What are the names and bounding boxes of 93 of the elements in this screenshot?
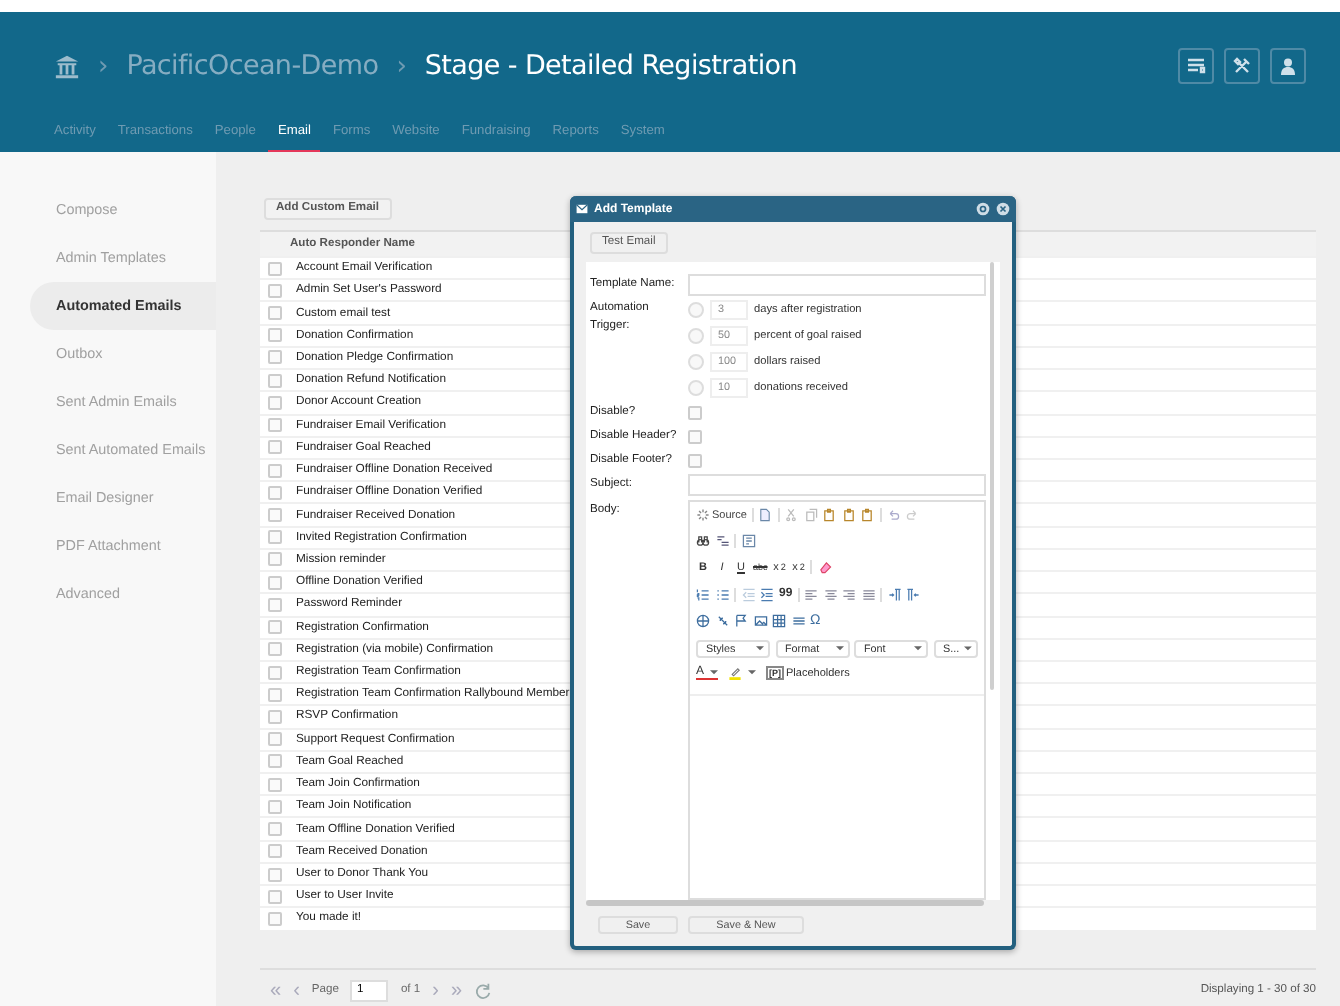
radio-button[interactable] (688, 354, 704, 370)
bank-icon[interactable] (54, 53, 80, 79)
row-checkbox[interactable] (268, 799, 282, 814)
row-checkbox[interactable] (268, 350, 282, 365)
template-name-field[interactable] (688, 274, 985, 296)
row-checkbox[interactable] (268, 328, 282, 343)
gear-icon (696, 508, 710, 523)
envelope-icon (576, 204, 588, 214)
settings-icon[interactable] (976, 202, 990, 216)
clipboard-icon[interactable] (860, 508, 875, 523)
row-checkbox[interactable] (268, 395, 282, 410)
row-checkbox[interactable] (268, 597, 282, 612)
row-checkbox[interactable] (268, 777, 282, 792)
previous-page-button[interactable]: ‹ (293, 979, 300, 1002)
caret-icon (710, 669, 719, 676)
row-checkbox[interactable] (268, 575, 282, 590)
row-checkbox[interactable] (268, 485, 282, 500)
checkbox[interactable] (688, 453, 702, 467)
checkbox[interactable] (688, 405, 702, 419)
row-checkbox[interactable] (268, 889, 282, 904)
breadcrumb-separator: › (396, 51, 407, 81)
caret-icon (747, 670, 756, 677)
scissors-icon[interactable] (784, 508, 799, 523)
row-checkbox[interactable] (268, 844, 282, 859)
align-center-icon[interactable] (823, 587, 838, 602)
refresh-icon[interactable] (474, 981, 493, 1000)
highlight-color-button[interactable] (727, 666, 756, 681)
row-checkbox[interactable] (268, 552, 282, 567)
unlink-icon[interactable] (715, 613, 729, 628)
breadcrumb-item[interactable]: PacificOcean-Demo (126, 50, 379, 82)
row-checkbox[interactable] (268, 306, 282, 321)
row-checkbox[interactable] (268, 754, 282, 769)
checkbox[interactable] (688, 429, 702, 443)
row-checkbox[interactable] (268, 620, 282, 635)
scrollbar[interactable] (989, 262, 994, 690)
subject-field[interactable] (688, 474, 985, 496)
close-icon[interactable] (996, 202, 1010, 216)
lines-icon[interactable] (791, 613, 805, 628)
replace-icon[interactable] (715, 534, 729, 549)
row-checkbox[interactable] (268, 440, 282, 455)
clipboard-icon[interactable] (841, 508, 856, 523)
eraser-icon[interactable] (817, 560, 832, 575)
row-checkbox[interactable] (268, 867, 282, 882)
row-checkbox[interactable] (268, 283, 282, 298)
row-checkbox[interactable] (268, 665, 282, 680)
row-checkbox[interactable] (268, 261, 282, 276)
row-checkbox[interactable] (268, 732, 282, 747)
row-checkbox[interactable] (268, 822, 282, 837)
globe-icon[interactable] (696, 613, 710, 628)
caret-icon (756, 646, 764, 653)
row-checkbox[interactable] (268, 418, 282, 433)
breadcrumb-separator: › (98, 51, 109, 81)
row-checkbox[interactable] (268, 709, 282, 724)
radio-button[interactable] (688, 302, 704, 318)
tools-icon[interactable] (1224, 48, 1260, 84)
list-icon[interactable] (1178, 48, 1214, 84)
row-checkbox[interactable] (268, 642, 282, 657)
row-checkbox[interactable] (268, 530, 282, 545)
align-right-icon[interactable] (842, 587, 857, 602)
breadcrumb-item: Stage - Detailed Registration (424, 50, 797, 82)
next-page-button[interactable]: › (432, 979, 439, 1002)
clipboard-icon[interactable] (822, 508, 837, 523)
align-justify-icon[interactable] (861, 587, 876, 602)
row-checkbox[interactable] (268, 911, 282, 926)
bullet-list-icon[interactable] (715, 587, 729, 602)
caret-icon (914, 646, 922, 653)
radio-button[interactable] (688, 328, 704, 344)
copy-icon[interactable] (803, 508, 818, 523)
caret-icon (963, 646, 971, 653)
redo-icon[interactable] (905, 508, 920, 523)
right-to-left-icon[interactable] (906, 587, 921, 602)
binoculars-icon[interactable] (696, 534, 710, 549)
row-checkbox[interactable] (268, 508, 282, 523)
page-icon[interactable] (758, 508, 773, 523)
scrollbar[interactable] (586, 900, 984, 906)
table-icon[interactable] (772, 613, 786, 628)
numbered-list-icon[interactable] (696, 587, 710, 602)
marker-icon (727, 666, 742, 681)
align-left-icon[interactable] (804, 587, 819, 602)
image-icon[interactable] (753, 613, 767, 628)
user-icon[interactable] (1270, 48, 1306, 84)
last-page-button[interactable]: » (450, 979, 463, 1002)
first-page-button[interactable]: « (270, 979, 282, 1002)
indent-icon[interactable] (760, 587, 774, 602)
select-all-icon[interactable] (741, 534, 755, 549)
radio-button[interactable] (688, 380, 704, 396)
row-checkbox[interactable] (268, 687, 282, 702)
left-to-right-icon[interactable] (887, 587, 902, 602)
undo-icon[interactable] (886, 508, 901, 523)
row-checkbox[interactable] (268, 373, 282, 388)
flag-icon[interactable] (734, 613, 748, 628)
row-checkbox[interactable] (268, 463, 282, 478)
caret-icon (835, 646, 843, 653)
